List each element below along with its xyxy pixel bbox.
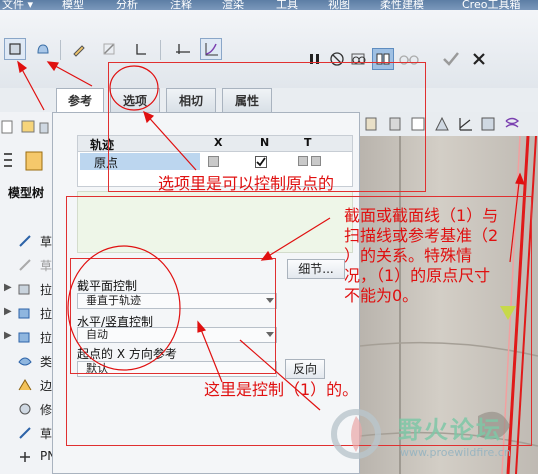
watermark-url: www.proewildfire.cn bbox=[400, 446, 511, 459]
wildfire-logo-icon bbox=[331, 409, 381, 459]
watermark: 野火论坛 www.proewildfire.cn bbox=[328, 406, 538, 474]
annotation-text-controls: 这里是控制（1）的。 bbox=[204, 380, 359, 399]
annotation-text-relationship: 截面或截面线（1）与 扫描线或参考基准（2 ）的关系。特殊情 况，（1）的原点尺… bbox=[344, 206, 499, 305]
watermark-title: 野火论坛 bbox=[398, 416, 502, 444]
annotation-text-options: 选项里是可以控制原点的 bbox=[158, 174, 335, 193]
